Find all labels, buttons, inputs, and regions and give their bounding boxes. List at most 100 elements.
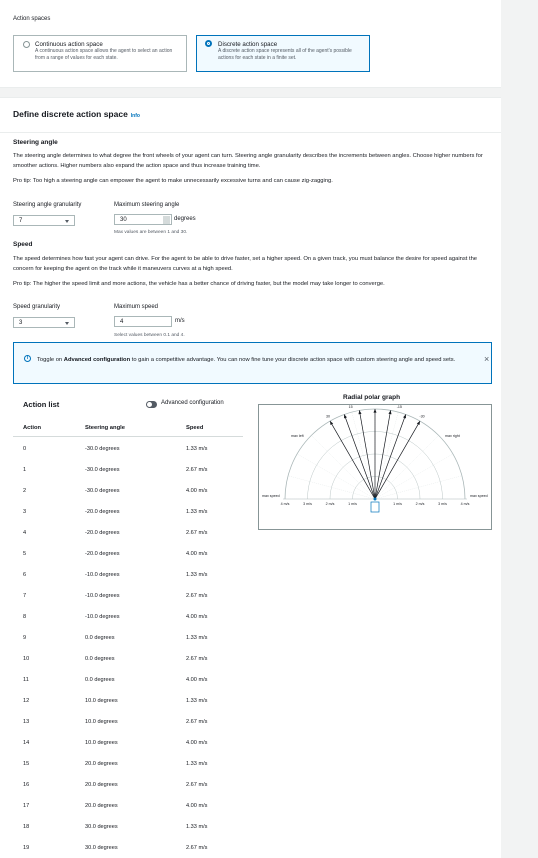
cell-action: 2 [23, 488, 27, 494]
cell-steering: -20.0 degrees [85, 551, 120, 557]
cell-action: 17 [23, 803, 30, 809]
table-header-divider [13, 436, 243, 437]
banner-text-bold: Advanced configuration [63, 357, 131, 363]
cell-steering: 0.0 degrees [85, 656, 115, 662]
close-icon[interactable]: × [484, 355, 489, 364]
cell-steering: 10.0 degrees [85, 740, 118, 746]
radial-polar-graph: 0 15 -15 30 -30 max left max right max speed max… [262, 402, 488, 513]
steering-granularity-value: 7 [19, 218, 23, 224]
angle-tick-label: 15 [349, 405, 353, 409]
tile-title-continuous: Continuous action space [35, 41, 103, 48]
max-steering-label: Maximum steering angle [114, 202, 180, 208]
tile-desc-continuous: A continuous action space allows the age… [35, 48, 173, 61]
info-icon: i [24, 355, 31, 362]
max-steering-input[interactable]: 30 [114, 214, 172, 225]
cell-speed: 4.00 m/s [186, 551, 208, 557]
tile-continuous-action-space[interactable]: Continuous action space A continuous act… [13, 35, 187, 72]
cell-steering: -10.0 degrees [85, 614, 120, 620]
max-speed-label: Maximum speed [114, 304, 159, 310]
advanced-config-label: Advanced configuration [161, 400, 224, 406]
cell-steering: -30.0 degrees [85, 446, 120, 452]
chevron-down-icon [65, 220, 69, 223]
speed-tick-label: 1 m/s [348, 502, 357, 506]
page-title: Define discrete action space [13, 109, 128, 119]
max-speed-hint: Select values between 0.1 and 4. [114, 333, 185, 338]
max-speed-left-label: max speed [262, 494, 280, 498]
cell-steering: 30.0 degrees [85, 845, 118, 851]
tile-desc-discrete: A discrete action space represents all o… [218, 48, 352, 61]
cell-action: 4 [23, 530, 27, 536]
steering-ray-arrowhead [358, 410, 362, 415]
cell-action: 12 [23, 698, 30, 704]
chart-title: Radial polar graph [343, 394, 401, 401]
speed-tick-label: 4 m/s [281, 502, 290, 506]
cell-speed: 1.33 m/s [186, 446, 208, 452]
action-list-title: Action list [23, 400, 60, 409]
speed-tick-label: 3 m/s [438, 502, 447, 506]
cell-speed: 2.67 m/s [186, 782, 208, 788]
tile-discrete-action-space[interactable]: Discrete action space A discrete action … [196, 35, 370, 72]
speed-tick-label: 4 m/s [461, 502, 470, 506]
max-steering-hint: Max values are between 1 and 30. [114, 230, 188, 235]
cell-action: 3 [23, 509, 27, 515]
cell-steering: -10.0 degrees [85, 593, 120, 599]
cell-action: 14 [23, 740, 30, 746]
max-speed-value: 4 [120, 319, 124, 325]
advanced-config-banner: i Toggle on Advanced configuration to ga… [13, 342, 492, 384]
cell-speed: 4.00 m/s [186, 677, 208, 683]
cell-action: 8 [23, 614, 27, 620]
cell-steering: -30.0 degrees [85, 488, 120, 494]
cell-steering: 0.0 degrees [85, 635, 115, 641]
angle-guide [296, 453, 376, 500]
tile-title-discrete: Discrete action space [218, 41, 278, 48]
cell-action: 10 [23, 656, 30, 662]
speed-tick-label: 2 m/s [326, 502, 335, 506]
banner-text-prefix: Toggle on [37, 357, 64, 363]
steering-description: The steering angle determines to what de… [13, 153, 483, 169]
cell-action: 6 [23, 572, 27, 578]
speed-description: The speed determines how fast your agent… [13, 256, 478, 272]
header-divider [0, 132, 501, 133]
steering-ray-arrowhead [403, 414, 406, 419]
radio-continuous[interactable] [23, 41, 30, 48]
cell-steering: 10.0 degrees [85, 698, 118, 704]
cell-speed: 2.67 m/s [186, 530, 208, 536]
action-spaces-panel: Action spaces Continuous action space A … [0, 0, 501, 88]
info-link[interactable]: Info [131, 113, 140, 119]
max-left-label: max left [291, 434, 304, 438]
speed-tick-label: 3 m/s [303, 502, 312, 506]
cell-speed: 4.00 m/s [186, 488, 208, 494]
steering-tip: Pro tip: Too high a steering angle can e… [13, 178, 333, 184]
cell-speed: 2.67 m/s [186, 593, 208, 599]
cell-action: 7 [23, 593, 27, 599]
cell-speed: 1.33 m/s [186, 635, 208, 641]
cell-steering: -30.0 degrees [85, 467, 120, 473]
max-speed-input[interactable]: 4 [114, 316, 172, 327]
angle-tick-label: 0 [374, 405, 376, 406]
car-icon [370, 501, 380, 513]
define-header: Define discrete action space Info [13, 109, 140, 119]
cell-steering: 20.0 degrees [85, 803, 118, 809]
radio-discrete[interactable] [205, 40, 212, 47]
cell-speed: 2.67 m/s [186, 845, 208, 851]
advanced-config-toggle[interactable] [146, 401, 157, 408]
cell-action: 5 [23, 551, 27, 557]
steering-granularity-select[interactable]: 7 [13, 215, 75, 226]
steering-granularity-label: Steering angle granularity [13, 202, 82, 208]
cell-steering: 30.0 degrees [85, 824, 118, 830]
cell-action: 11 [23, 677, 29, 683]
action-spaces-label: Action spaces [13, 16, 51, 22]
steering-ray [374, 414, 407, 500]
cell-action: 19 [23, 845, 30, 851]
cell-steering: 10.0 degrees [85, 719, 118, 725]
cell-speed: 4.00 m/s [186, 740, 208, 746]
max-steering-unit: degrees [174, 216, 196, 222]
cell-steering: -20.0 degrees [85, 530, 120, 536]
steering-ray [343, 414, 376, 500]
angle-tick-label: -30 [419, 415, 424, 419]
stepper-icon[interactable] [163, 216, 170, 224]
speed-granularity-select[interactable]: 3 [13, 317, 75, 328]
max-right-label: max right [445, 434, 460, 438]
cell-speed: 1.33 m/s [186, 509, 208, 515]
cell-action: 9 [23, 635, 27, 641]
